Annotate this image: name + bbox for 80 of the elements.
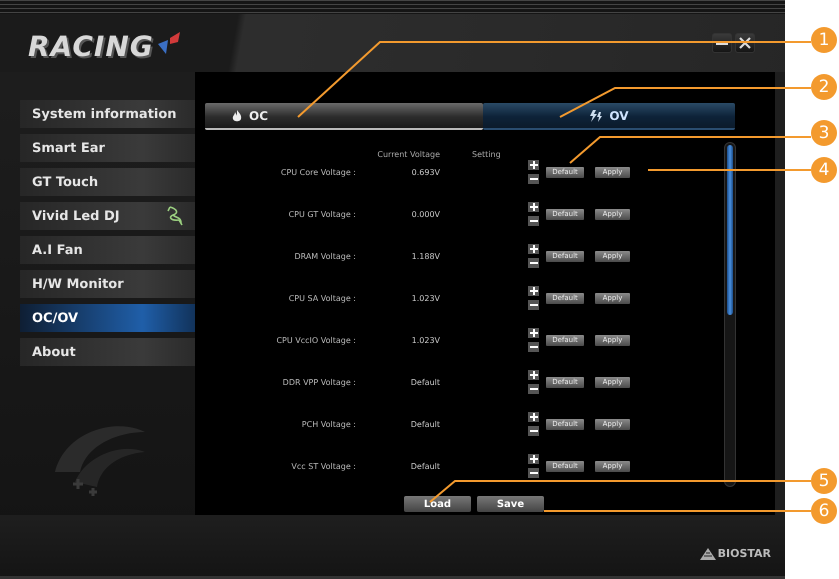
action-button[interactable]: Load xyxy=(404,496,471,512)
plus-icon xyxy=(530,413,538,421)
decrease-button[interactable] xyxy=(528,258,539,268)
decrease-button[interactable] xyxy=(528,300,539,310)
plus-icon xyxy=(530,245,538,253)
minus-icon xyxy=(530,427,538,435)
decrease-button[interactable] xyxy=(528,216,539,226)
minimize-icon xyxy=(716,42,728,44)
minus-icon xyxy=(530,175,538,183)
sidebar-item[interactable]: System information xyxy=(20,100,195,128)
sidebar-item[interactable]: OC/OV xyxy=(20,304,195,332)
voltage-value: 1.023V xyxy=(410,294,440,302)
increase-button[interactable] xyxy=(528,286,539,296)
column-header: Current Voltage xyxy=(376,150,440,158)
lightning-icon xyxy=(589,110,604,122)
minus-icon xyxy=(530,259,538,267)
action-button[interactable]: Save xyxy=(477,496,544,512)
flame-icon xyxy=(231,110,243,122)
increase-button[interactable] xyxy=(528,202,539,212)
plus-icon xyxy=(530,203,538,211)
logo-mark-icon xyxy=(156,30,182,56)
plus-icon xyxy=(530,329,538,337)
decrease-button[interactable] xyxy=(528,426,539,436)
plus-icon xyxy=(530,161,538,169)
voltage-value: Default xyxy=(410,462,440,470)
voltage-value: 0.693V xyxy=(410,168,440,176)
tab[interactable]: OV xyxy=(483,103,735,130)
callout-number: 1 xyxy=(811,27,837,53)
minimize-button[interactable] xyxy=(712,33,732,53)
tab[interactable]: OC xyxy=(205,103,483,130)
voltage-value: 1.023V xyxy=(410,336,440,344)
increase-button[interactable] xyxy=(528,244,539,254)
voltage-label: DRAM Voltage : xyxy=(293,252,357,260)
voltage-value: Default xyxy=(410,378,440,386)
decrease-button[interactable] xyxy=(528,384,539,394)
brand-logo-text: BIOSTAR xyxy=(718,547,771,560)
voltage-label: Vcc ST Voltage : xyxy=(290,462,357,470)
sidebar-item[interactable]: A.I Fan xyxy=(20,236,195,264)
sidebar-item[interactable]: Vivid Led DJ xyxy=(20,202,195,230)
increase-button[interactable] xyxy=(528,328,539,338)
callout-number: 6 xyxy=(811,498,837,524)
voltage-label: CPU VccIO Voltage : xyxy=(275,336,357,344)
voltage-value: 0.000V xyxy=(410,210,440,218)
snake-icon xyxy=(167,205,183,227)
column-header: Setting xyxy=(471,150,502,158)
increase-button[interactable] xyxy=(528,370,539,380)
close-button[interactable] xyxy=(735,33,755,53)
decrease-button[interactable] xyxy=(528,174,539,184)
logo-text: RACING xyxy=(28,30,154,62)
triangle-logo-icon xyxy=(700,548,716,560)
callout-number: 4 xyxy=(811,157,837,183)
callout-number: 2 xyxy=(811,74,837,100)
sidebar-item[interactable]: Smart Ear xyxy=(20,134,195,162)
plus-icon xyxy=(530,371,538,379)
minus-icon xyxy=(530,217,538,225)
minus-icon xyxy=(530,469,538,477)
voltage-label: CPU SA Voltage : xyxy=(288,294,357,302)
increase-button[interactable] xyxy=(528,454,539,464)
decrease-button[interactable] xyxy=(528,468,539,478)
sidebar-item[interactable]: About xyxy=(20,338,195,366)
voltage-label: DDR VPP Voltage : xyxy=(282,378,357,386)
minus-icon xyxy=(530,385,538,393)
scrollbar-thumb[interactable] xyxy=(727,145,733,315)
plus-icon xyxy=(530,287,538,295)
voltage-value: Default xyxy=(410,420,440,428)
voltage-value: 1.188V xyxy=(410,252,440,260)
callout-number: 5 xyxy=(811,468,837,494)
voltage-label: CPU Core Voltage : xyxy=(280,168,357,176)
close-icon xyxy=(738,36,752,50)
sidebar-item[interactable]: H/W Monitor xyxy=(20,270,195,298)
decrease-button[interactable] xyxy=(528,342,539,352)
voltage-label: PCH Voltage : xyxy=(300,420,357,428)
increase-button[interactable] xyxy=(528,160,539,170)
plus-icon xyxy=(530,455,538,463)
voltage-label: CPU GT Voltage : xyxy=(288,210,357,218)
minus-icon xyxy=(530,301,538,309)
increase-button[interactable] xyxy=(528,412,539,422)
callout-number: 3 xyxy=(811,120,837,146)
sidebar-item[interactable]: GT Touch xyxy=(20,168,195,196)
minus-icon xyxy=(530,343,538,351)
